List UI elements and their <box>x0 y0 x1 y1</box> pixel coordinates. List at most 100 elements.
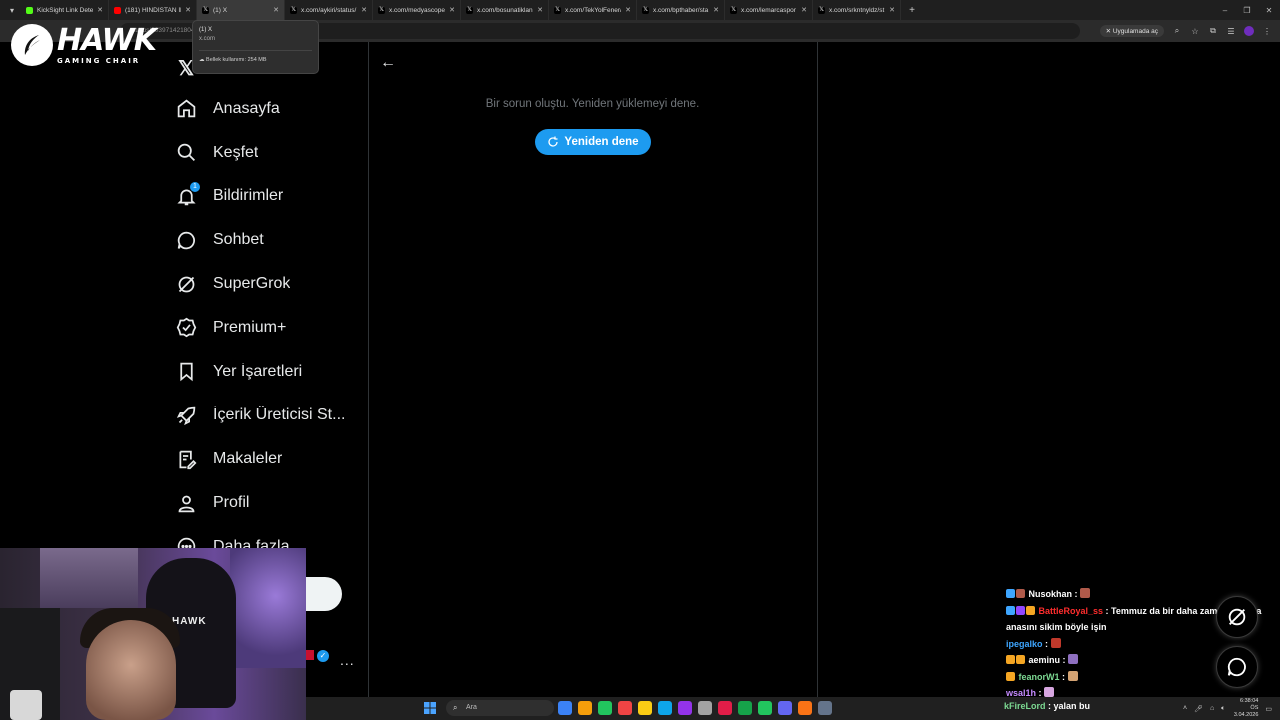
microphone-icon[interactable]: 🎤︎ <box>1194 705 1203 713</box>
taskbar-apps <box>558 701 832 715</box>
chat-badge-icon <box>1026 605 1035 615</box>
tab-close-icon[interactable]: ✕ <box>449 6 455 14</box>
browser-menu-icon[interactable]: ⋮ <box>1262 27 1272 36</box>
tab-title: x.com/srkntnyldz/st <box>829 6 885 14</box>
person-icon <box>176 493 197 514</box>
browser-tab[interactable]: 𝕏x.com/TekYolFener/✕ <box>549 0 637 20</box>
bell-icon: 1 <box>176 181 200 207</box>
chat-emote-icon <box>1050 637 1061 648</box>
taskbar-app-icon[interactable] <box>758 701 772 715</box>
nav-item-profile[interactable]: Profil <box>174 481 364 525</box>
taskbar-app-icon[interactable] <box>598 701 612 715</box>
chat-username: BattleRoyal_ss <box>1038 605 1104 616</box>
x-logo[interactable]: 𝕏 <box>178 56 194 81</box>
taskbar-app-icon[interactable] <box>698 701 712 715</box>
volume-icon[interactable]: 🔈︎ <box>1221 705 1225 713</box>
extensions-icon[interactable]: ⧉ <box>1208 26 1218 36</box>
tab-close-icon[interactable]: ✕ <box>273 6 279 14</box>
chevron-up-icon[interactable]: ˄ <box>1183 705 1187 712</box>
minimize-icon[interactable]: – <box>1214 6 1236 15</box>
taskbar-app-icon[interactable] <box>578 701 592 715</box>
retry-button[interactable]: Yeniden dene <box>535 129 651 155</box>
nav-item-chat[interactable]: Sohbet <box>174 218 364 262</box>
nav-item-bookmarks[interactable]: Yer İşaretleri <box>174 350 364 394</box>
profile-avatar[interactable] <box>1244 26 1254 36</box>
taskbar-search[interactable]: ⌕ Ara <box>446 700 554 716</box>
network-icon[interactable]: ⌂ <box>1210 705 1214 712</box>
browser-tab[interactable]: KickSight Link Detector✕ <box>21 0 109 20</box>
chat-emote-icon <box>1044 687 1055 697</box>
nav-item-home[interactable]: Anasayfa <box>174 87 364 131</box>
browser-tab[interactable]: 𝕏x.com/lemarcaspor ✕ <box>725 0 813 20</box>
chat-badge-icon <box>1016 655 1025 664</box>
tab-close-icon[interactable]: ✕ <box>97 6 103 14</box>
verified-badge-icon <box>176 317 197 338</box>
nav-item-articles[interactable]: Makaleler <box>174 437 364 481</box>
zoom-icon[interactable]: ⌕ <box>1172 26 1182 36</box>
hover-card-domain: x.com <box>199 36 216 42</box>
tab-favicon-icon: 𝕏 <box>642 6 649 14</box>
back-arrow-icon[interactable]: ← <box>380 54 396 72</box>
nav-item-creator-studio[interactable]: İçerik Üreticisi St... <box>174 394 364 438</box>
chat-badge-icon <box>1006 671 1015 681</box>
hover-card-memory: ☁ Bellek kullanımı: 254 MB <box>199 50 312 63</box>
browser-tab[interactable]: 𝕏 (1) X ✕ <box>197 0 285 20</box>
taskbar-app-icon[interactable] <box>678 701 692 715</box>
chat-badge-icon <box>1016 589 1025 598</box>
tab-favicon-icon: 𝕏 <box>818 6 825 14</box>
nav-item-explore[interactable]: Keşfet <box>174 131 364 175</box>
browser-tab[interactable]: 𝕏x.com/aykiri/status/ ✕ <box>285 0 373 20</box>
nav-item-notifications[interactable]: 1 Bildirimler <box>174 175 364 219</box>
open-in-app-button[interactable]: ✕ Uygulamada aç <box>1099 25 1164 37</box>
nav-label: Premium+ <box>213 318 287 336</box>
chat-emote-icon <box>1080 588 1091 598</box>
tab-close-icon[interactable]: ✕ <box>185 6 191 14</box>
column-divider <box>368 42 369 700</box>
chat-badge-icon <box>1006 655 1015 664</box>
new-tab-button[interactable]: + <box>905 5 919 16</box>
notification-center-icon[interactable]: ▭ <box>1265 705 1272 713</box>
messages-float-button[interactable] <box>1216 646 1258 688</box>
tab-list: KickSight Link Detector✕(181) HİNDİSTAN … <box>21 0 901 20</box>
tab-search-button[interactable]: ▾ <box>3 2 21 18</box>
browser-tab[interactable]: 𝕏x.com/bpthaber/sta ✕ <box>637 0 725 20</box>
grok-float-button[interactable] <box>1216 596 1258 638</box>
taskbar-app-icon[interactable] <box>718 701 732 715</box>
tab-close-icon[interactable]: ✕ <box>361 6 367 14</box>
taskbar-app-icon[interactable] <box>778 701 792 715</box>
article-icon <box>176 449 197 470</box>
taskbar-app-icon[interactable] <box>798 701 812 715</box>
webcam-rgb-light <box>230 548 306 668</box>
bookmark-star-icon[interactable]: ☆ <box>1190 27 1200 36</box>
column-divider <box>817 42 818 700</box>
browser-tab[interactable]: 𝕏x.com/bosunatiklan ✕ <box>461 0 549 20</box>
taskbar-app-icon[interactable] <box>738 701 752 715</box>
taskbar-app-icon[interactable] <box>638 701 652 715</box>
taskbar-app-icon[interactable] <box>558 701 572 715</box>
account-menu-button[interactable]: ... <box>340 652 355 668</box>
tab-title: (1) X <box>213 6 228 14</box>
nav-item-premium[interactable]: Premium+ <box>174 306 364 350</box>
clock[interactable]: 6:38:04 ÖS 3.04.2026 <box>1232 698 1258 719</box>
close-window-icon[interactable]: ✕ <box>1258 6 1280 15</box>
chat-username: feanorW1 <box>1018 671 1060 682</box>
chat-username: ipegalko <box>1006 638 1043 649</box>
taskbar-app-icon[interactable] <box>658 701 672 715</box>
tab-groups-icon[interactable]: ☰ <box>1226 27 1236 36</box>
tab-close-icon[interactable]: ✕ <box>537 6 543 14</box>
nav-label: Sohbet <box>213 231 264 249</box>
browser-tab[interactable]: 𝕏x.com/medyascope/✕ <box>373 0 461 20</box>
taskbar-app-icon[interactable] <box>618 701 632 715</box>
windows-start-icon[interactable] <box>424 702 436 714</box>
tab-close-icon[interactable]: ✕ <box>625 6 631 14</box>
maximize-icon[interactable]: ❐ <box>1236 6 1258 15</box>
open-in-app-label: Uygulamada aç <box>1112 28 1158 35</box>
tab-close-icon[interactable]: ✕ <box>889 6 895 14</box>
taskbar-app-icon[interactable] <box>818 701 832 715</box>
tab-hover-card: (1) X x.com ☁ Bellek kullanımı: 254 MB <box>192 20 319 74</box>
tab-close-icon[interactable]: ✕ <box>713 6 719 14</box>
browser-tab[interactable]: (181) HİNDİSTAN İl... ✕ <box>109 0 197 20</box>
tab-close-icon[interactable]: ✕ <box>801 6 807 14</box>
browser-tab[interactable]: 𝕏x.com/srkntnyldz/st ✕ <box>813 0 901 20</box>
nav-item-supergrok[interactable]: SuperGrok <box>174 262 364 306</box>
